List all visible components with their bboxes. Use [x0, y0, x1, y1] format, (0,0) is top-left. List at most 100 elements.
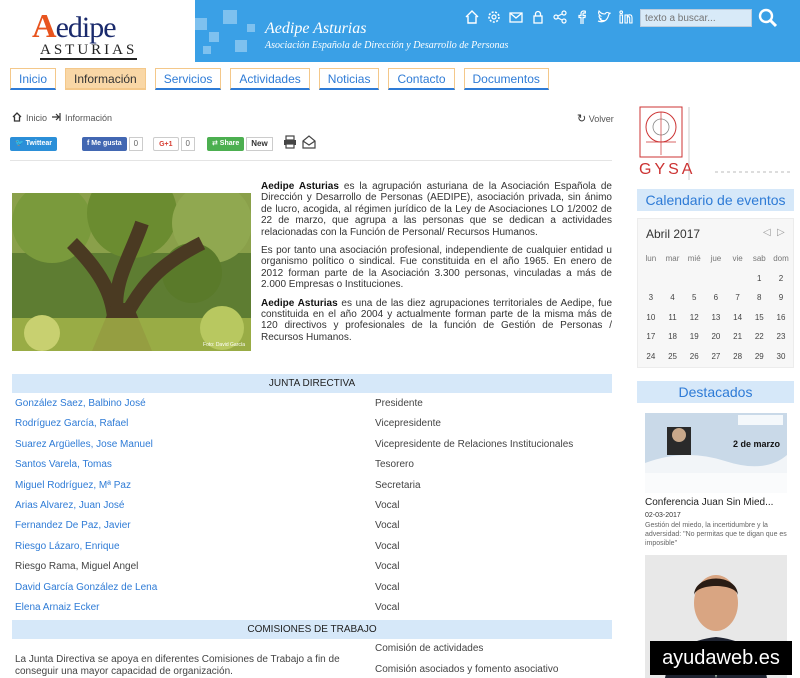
- table-row: Arias Alvarez, Juan José Vocal: [15, 496, 610, 516]
- calendar-day[interactable]: 21: [727, 327, 749, 347]
- member-name[interactable]: Rodríguez García, Rafael: [15, 414, 128, 434]
- mail-icon[interactable]: [507, 9, 525, 27]
- calendar-weekday-row: lun mar mié jue vie sab dom: [640, 249, 792, 269]
- tree-photo: Foto: David García: [12, 193, 251, 351]
- calendar-day: [640, 269, 662, 289]
- calendar-day[interactable]: 3: [640, 288, 662, 308]
- destacado-title-1[interactable]: Conferencia Juan Sin Mied...: [645, 497, 773, 508]
- member-role: Vocal: [375, 540, 400, 552]
- calendar-day[interactable]: 16: [770, 308, 792, 328]
- gysa-banner[interactable]: GYSA: [637, 105, 792, 180]
- calendar-day[interactable]: 22: [748, 327, 770, 347]
- gplus-button[interactable]: G+1: [153, 137, 179, 151]
- breadcrumb: Inicio Información: [12, 112, 112, 124]
- nav-inicio[interactable]: Inicio: [10, 68, 57, 90]
- member-name[interactable]: Arias Alvarez, Juan José: [15, 496, 125, 516]
- member-name[interactable]: Riesgo Lázaro, Enrique: [15, 537, 120, 557]
- calendar-day[interactable]: 29: [748, 347, 770, 367]
- back-link[interactable]: ↻ Volver: [577, 112, 614, 125]
- calendar-day[interactable]: 19: [683, 327, 705, 347]
- breadcrumb-home[interactable]: Inicio: [26, 113, 47, 123]
- linkedin-icon[interactable]: [617, 9, 635, 27]
- lock-icon[interactable]: [529, 9, 547, 27]
- table-row: Riesgo Rama, Miguel Angel Vocal: [15, 557, 610, 577]
- calendar-day[interactable]: 20: [705, 327, 727, 347]
- watermark: ayudaweb.es: [650, 641, 792, 675]
- destacado-image-1[interactable]: 2 de marzo: [645, 413, 787, 493]
- twitter-button[interactable]: 🐦 Twittear: [10, 137, 57, 151]
- calendar-day[interactable]: 25: [662, 347, 684, 367]
- share-button[interactable]: ⇄ Share: [206, 137, 245, 151]
- destacado-date-1: 02-03-2017: [645, 512, 681, 519]
- calendar-day[interactable]: 1: [748, 269, 770, 289]
- member-role: Tesorero: [375, 459, 414, 471]
- arrow-right-icon: [51, 112, 61, 124]
- calendar-day[interactable]: 27: [705, 347, 727, 367]
- nav-documentos[interactable]: Documentos: [463, 68, 549, 90]
- photo-credit: Foto: David García: [203, 342, 245, 348]
- home-icon[interactable]: [12, 112, 22, 124]
- twitter-label: Twittear: [25, 140, 52, 147]
- nav-actividades[interactable]: Actividades: [230, 68, 310, 90]
- table-row: Miguel Rodríguez, Mª Paz Secretaria: [15, 476, 610, 496]
- calendar-day[interactable]: 8: [748, 288, 770, 308]
- divider: [10, 160, 612, 161]
- gear-icon[interactable]: [485, 9, 503, 27]
- calendar-day[interactable]: 14: [727, 308, 749, 328]
- twitter-icon[interactable]: [595, 9, 613, 27]
- member-name[interactable]: Miguel Rodríguez, Mª Paz: [15, 476, 131, 496]
- intro-text: Aedipe Asturias es la agrupación asturia…: [261, 181, 612, 350]
- facebook-like-button[interactable]: f Me gusta: [82, 137, 127, 151]
- back-label: Volver: [588, 114, 614, 124]
- calendar-day[interactable]: 30: [770, 347, 792, 367]
- calendar-day[interactable]: 26: [683, 347, 705, 367]
- member-name: Riesgo Rama, Miguel Angel: [15, 561, 139, 573]
- nav-servicios[interactable]: Servicios: [154, 68, 222, 90]
- comision-item[interactable]: Comisión asociados y fomento asociativo: [375, 664, 558, 675]
- calendar-day[interactable]: 23: [770, 327, 792, 347]
- calendar-day[interactable]: 2: [770, 269, 792, 289]
- home-icon[interactable]: [463, 9, 481, 27]
- nav-contacto[interactable]: Contacto: [388, 68, 455, 90]
- member-role: Vocal: [375, 602, 400, 613]
- calendar-day[interactable]: 12: [683, 308, 705, 328]
- table-row: Santos Varela, Tomas Tesorero: [15, 455, 610, 475]
- calendar-day[interactable]: 15: [748, 308, 770, 328]
- calendar-weekday: dom: [773, 254, 789, 263]
- nav-informacion[interactable]: Información: [65, 68, 146, 90]
- comision-item[interactable]: Comisión de actividades: [375, 643, 483, 654]
- member-name[interactable]: Fernandez De Paz, Javier: [15, 516, 131, 536]
- calendar-day[interactable]: 6: [705, 288, 727, 308]
- search-input[interactable]: [640, 9, 752, 27]
- member-name[interactable]: Suarez Argüelles, Jose Manuel: [15, 435, 153, 455]
- site-header: Aedipe ASTURIAS Aedipe Asturias Asociaci…: [0, 0, 800, 64]
- calendar-day[interactable]: 5: [683, 288, 705, 308]
- calendar-day[interactable]: 24: [640, 347, 662, 367]
- aedipe-logo[interactable]: Aedipe ASTURIAS: [28, 6, 153, 60]
- member-name[interactable]: González Saez, Balbino José: [15, 394, 146, 414]
- nav-noticias[interactable]: Noticias: [318, 68, 380, 90]
- calendar-day[interactable]: 4: [662, 288, 684, 308]
- calendar-week: 17 18 19 20 21 22 23: [640, 327, 792, 347]
- calendar-day[interactable]: 11: [662, 308, 684, 328]
- facebook-icon[interactable]: [573, 9, 591, 27]
- search-icon[interactable]: [758, 8, 778, 28]
- share-icon[interactable]: [551, 9, 569, 27]
- calendar-day: [662, 269, 684, 289]
- calendar-day[interactable]: 17: [640, 327, 662, 347]
- calendar-day[interactable]: 13: [705, 308, 727, 328]
- calendar-day[interactable]: 18: [662, 327, 684, 347]
- member-name[interactable]: Santos Varela, Tomas: [15, 455, 112, 475]
- chevron-left-icon[interactable]: ◁: [763, 227, 771, 238]
- calendar-day[interactable]: 9: [770, 288, 792, 308]
- print-icon[interactable]: [283, 134, 297, 154]
- member-name[interactable]: David García González de Lena: [15, 578, 157, 598]
- calendar-week: 10 11 12 13 14 15 16: [640, 308, 792, 328]
- calendar-day[interactable]: 10: [640, 308, 662, 328]
- calendar-day[interactable]: 7: [727, 288, 749, 308]
- calendar-day[interactable]: 28: [727, 347, 749, 367]
- calendar-month: Abril 2017: [646, 227, 701, 241]
- chevron-right-icon[interactable]: ▷: [777, 227, 785, 238]
- member-name[interactable]: Elena Arnaiz Ecker: [15, 598, 100, 618]
- email-icon[interactable]: [302, 134, 316, 154]
